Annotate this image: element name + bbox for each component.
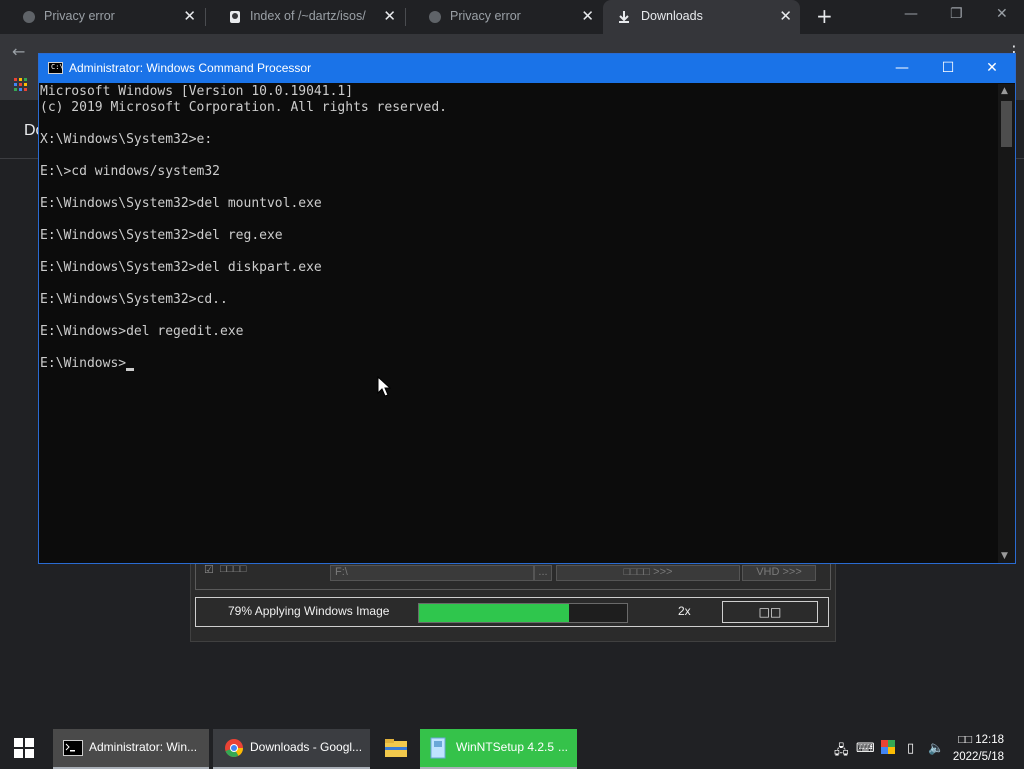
tab-privacy-error-1[interactable]: Privacy error ✕	[0, 0, 204, 34]
tab-title: Index of /~dartz/isos/	[250, 9, 366, 23]
taskbar-item-explorer[interactable]	[374, 729, 416, 767]
progress-fill	[419, 604, 569, 622]
taskbar: Administrator: Win... Downloads - Googl.…	[0, 728, 1024, 769]
tab-title: Privacy error	[44, 9, 115, 23]
folder-icon	[385, 739, 407, 757]
mode-button[interactable]: □□□□ >>>	[556, 565, 740, 581]
cmd-app-icon: C:\	[48, 62, 64, 74]
tab-close-button[interactable]: ✕	[581, 7, 594, 25]
cancel-button[interactable]: □□	[722, 601, 818, 623]
site-favicon-icon	[230, 11, 240, 23]
cmd-icon	[63, 740, 83, 756]
console-lines: Microsoft Windows [Version 10.0.19041.1]…	[39, 84, 997, 372]
apps-grid-icon[interactable]	[14, 78, 28, 92]
console-line: Microsoft Windows [Version 10.0.19041.1]	[40, 84, 354, 99]
network-icon[interactable]: 🖧	[834, 741, 849, 763]
tab-title: Privacy error	[450, 9, 521, 23]
cmd-window: C:\ Administrator: Windows Command Proce…	[38, 53, 1016, 564]
globe-icon	[23, 11, 35, 23]
tab-index-isos[interactable]: Index of /~dartz/isos/ ✕	[206, 0, 404, 34]
vertical-scrollbar[interactable]: ▲ ▼	[998, 84, 1015, 563]
new-tab-button[interactable]: +	[816, 4, 833, 28]
tab-title: Downloads	[641, 9, 703, 23]
console-line: E:\Windows>	[40, 356, 997, 372]
console-line: E:\Windows>del regedit.exe	[40, 324, 244, 339]
winntsetup-window: ☑ □□□□ F:\ ... □□□□ >>> VHD >>> 79% Appl…	[190, 556, 836, 642]
taskbar-item-chrome[interactable]: Downloads - Googl...	[213, 729, 370, 769]
console-line: E:\Windows\System32>del mountvol.exe	[40, 196, 322, 211]
volume-muted-icon[interactable]: 🔈	[928, 741, 944, 756]
usb-icon[interactable]: ▯	[907, 741, 914, 756]
tab-close-button[interactable]: ✕	[383, 7, 396, 25]
progress-status: 79% Applying Windows Image	[228, 604, 390, 618]
vhd-button[interactable]: VHD >>>	[742, 565, 816, 581]
progress-bar	[418, 603, 628, 623]
console-line: (c) 2019 Microsoft Corporation. All righ…	[40, 100, 447, 115]
keyboard-icon[interactable]: ⌨	[856, 741, 875, 756]
drive-field[interactable]: F:\	[330, 565, 534, 581]
tab-strip: Privacy error ✕ Index of /~dartz/isos/ ✕…	[0, 0, 1024, 34]
scroll-down-icon[interactable]: ▼	[1001, 551, 1008, 561]
mouse-pointer-icon	[377, 376, 391, 397]
globe-icon	[429, 11, 441, 23]
text-cursor	[126, 368, 135, 371]
download-icon	[619, 11, 629, 23]
console-line: E:\Windows\System32>del diskpart.exe	[40, 260, 322, 275]
minimize-icon[interactable]: —	[904, 6, 918, 22]
scroll-thumb[interactable]	[1001, 101, 1012, 147]
console-line: E:\Windows\System32>del reg.exe	[40, 228, 283, 243]
restore-icon[interactable]: ❐	[950, 6, 963, 22]
system-clock[interactable]: □□ 12:18 2022/5/18	[953, 732, 1004, 766]
console-output[interactable]: Microsoft Windows [Version 10.0.19041.1]…	[39, 84, 997, 563]
taskbar-item-winntsetup[interactable]: WinNTSetup 4.2.5 ...	[420, 729, 577, 769]
taskbar-item-label: Downloads - Googl...	[250, 740, 363, 754]
taskbar-item-cmd[interactable]: Administrator: Win...	[53, 729, 209, 769]
minimize-button[interactable]: —	[879, 54, 925, 83]
chrome-icon	[225, 739, 243, 758]
scroll-up-icon[interactable]: ▲	[1001, 86, 1008, 96]
browse-button[interactable]: ...	[534, 565, 552, 581]
cmd-titlebar[interactable]: C:\ Administrator: Windows Command Proce…	[39, 54, 1015, 83]
tab-privacy-error-2[interactable]: Privacy error ✕	[406, 0, 602, 34]
tab-downloads[interactable]: Downloads ✕	[603, 0, 800, 34]
close-icon[interactable]: ✕	[996, 6, 1008, 22]
taskbar-item-overflow: ...	[558, 740, 569, 754]
close-button[interactable]: ✕	[969, 54, 1015, 83]
windows-start-icon[interactable]	[14, 738, 34, 758]
speed-label: 2x	[678, 604, 691, 618]
progress-row: 79% Applying Windows Image 2x □□	[195, 597, 829, 627]
winntsetup-icon	[430, 737, 446, 759]
checkbox-icon[interactable]: ☑	[204, 563, 214, 576]
clock-time: □□ 12:18	[958, 734, 1004, 746]
console-line: E:\>cd windows/system32	[40, 164, 221, 179]
tab-close-button[interactable]: ✕	[183, 7, 196, 25]
back-icon[interactable]: ←	[12, 42, 25, 61]
clock-date: 2022/5/18	[952, 751, 1004, 763]
checkbox-label: □□□□	[220, 563, 247, 575]
taskbar-item-label: Administrator: Win...	[89, 740, 198, 754]
window-title: Administrator: Windows Command Processor	[69, 61, 312, 75]
maximize-button[interactable]: ☐	[925, 54, 971, 83]
console-line: X:\Windows\System32>e:	[40, 132, 213, 147]
console-line: E:\Windows\System32>cd..	[40, 292, 228, 307]
taskbar-item-label: WinNTSetup 4.2.5	[456, 740, 555, 754]
tab-close-button[interactable]: ✕	[779, 7, 792, 25]
color-picker-icon[interactable]	[881, 740, 895, 754]
